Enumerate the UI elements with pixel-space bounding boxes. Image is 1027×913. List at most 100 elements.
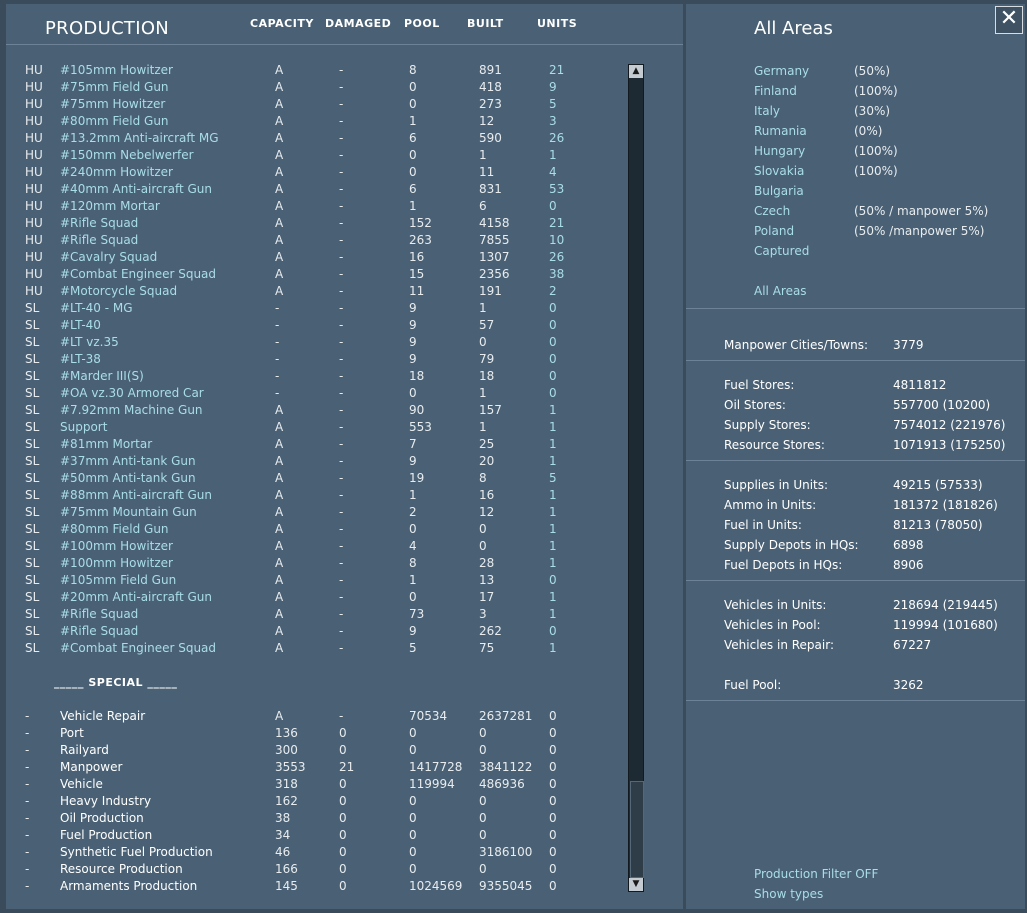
- cell-name[interactable]: #LT vz.35: [60, 335, 119, 349]
- table-row[interactable]: SL #LT vz.35 - - 9 0 0: [6, 335, 626, 352]
- area-name[interactable]: Rumania: [754, 124, 807, 138]
- cell-name[interactable]: #LT-40: [60, 318, 101, 332]
- table-row[interactable]: SL #37mm Anti-tank Gun A - 9 20 1: [6, 454, 626, 471]
- all-areas-link[interactable]: All Areas: [754, 284, 807, 298]
- table-row[interactable]: SL #Rifle Squad A - 9 262 0: [6, 624, 626, 641]
- table-row[interactable]: HU #Rifle Squad A - 263 7855 10: [6, 233, 626, 250]
- table-row[interactable]: HU #105mm Howitzer A - 8 891 21: [6, 63, 626, 80]
- cell-name[interactable]: #Marder III(S): [60, 369, 144, 383]
- table-row[interactable]: HU #13.2mm Anti-aircraft MG A - 6 590 26: [6, 131, 626, 148]
- table-row[interactable]: SL #7.92mm Machine Gun A - 90 157 1: [6, 403, 626, 420]
- table-row[interactable]: SL #OA vz.30 Armored Car - - 0 1 0: [6, 386, 626, 403]
- cell-name[interactable]: Vehicle Repair: [60, 709, 145, 723]
- cell-name[interactable]: #Rifle Squad: [60, 607, 138, 621]
- special-row[interactable]: - Vehicle Repair A - 70534 2637281 0: [6, 709, 626, 726]
- cell-name[interactable]: Oil Production: [60, 811, 144, 825]
- cell-name[interactable]: #105mm Field Gun: [60, 573, 176, 587]
- area-name[interactable]: Bulgaria: [754, 184, 804, 198]
- table-row[interactable]: SL #100mm Howitzer A - 4 0 1: [6, 539, 626, 556]
- special-row[interactable]: - Fuel Production 34 0 0 0 0: [6, 828, 626, 845]
- cell-name[interactable]: Armaments Production: [60, 879, 197, 893]
- cell-name[interactable]: #75mm Field Gun: [60, 80, 169, 94]
- cell-name[interactable]: #80mm Field Gun: [60, 522, 169, 536]
- scroll-thumb[interactable]: [630, 781, 644, 878]
- scroll-down-icon[interactable]: ▼: [629, 878, 643, 891]
- special-row[interactable]: - Manpower 3553 21 1417728 3841122 0: [6, 760, 626, 777]
- table-row[interactable]: HU #Combat Engineer Squad A - 15 2356 38: [6, 267, 626, 284]
- cell-name[interactable]: #7.92mm Machine Gun: [60, 403, 203, 417]
- table-row[interactable]: HU #80mm Field Gun A - 1 12 3: [6, 114, 626, 131]
- cell-name[interactable]: Resource Production: [60, 862, 183, 876]
- column-header-pool[interactable]: POOL: [404, 17, 440, 30]
- area-name[interactable]: Slovakia: [754, 164, 804, 178]
- cell-name[interactable]: #88mm Anti-aircraft Gun: [60, 488, 212, 502]
- cell-name[interactable]: Manpower: [60, 760, 122, 774]
- cell-name[interactable]: #LT-38: [60, 352, 101, 366]
- show-types-link[interactable]: Show types: [754, 887, 823, 901]
- cell-name[interactable]: #20mm Anti-aircraft Gun: [60, 590, 212, 604]
- table-row[interactable]: SL #Combat Engineer Squad A - 5 75 1: [6, 641, 626, 658]
- cell-name[interactable]: #75mm Mountain Gun: [60, 505, 197, 519]
- cell-name[interactable]: #OA vz.30 Armored Car: [60, 386, 204, 400]
- cell-name[interactable]: #150mm Nebelwerfer: [60, 148, 194, 162]
- special-row[interactable]: - Railyard 300 0 0 0 0: [6, 743, 626, 760]
- cell-name[interactable]: #120mm Mortar: [60, 199, 160, 213]
- cell-name[interactable]: #240mm Howitzer: [60, 165, 173, 179]
- cell-name[interactable]: #50mm Anti-tank Gun: [60, 471, 196, 485]
- cell-name[interactable]: Vehicle: [60, 777, 103, 791]
- table-row[interactable]: SL #81mm Mortar A - 7 25 1: [6, 437, 626, 454]
- table-row[interactable]: HU #75mm Field Gun A - 0 418 9: [6, 80, 626, 97]
- cell-name[interactable]: #Rifle Squad: [60, 216, 138, 230]
- table-row[interactable]: SL #100mm Howitzer A - 8 28 1: [6, 556, 626, 573]
- table-row[interactable]: SL #105mm Field Gun A - 1 13 0: [6, 573, 626, 590]
- table-row[interactable]: SL #LT-40 - MG - - 9 1 0: [6, 301, 626, 318]
- cell-name[interactable]: #75mm Howitzer: [60, 97, 165, 111]
- cell-name[interactable]: Fuel Production: [60, 828, 152, 842]
- cell-name[interactable]: #Motorcycle Squad: [60, 284, 177, 298]
- column-header-built[interactable]: BUILT: [467, 17, 504, 30]
- cell-name[interactable]: #40mm Anti-aircraft Gun: [60, 182, 212, 196]
- table-row[interactable]: SL #LT-40 - - 9 57 0: [6, 318, 626, 335]
- cell-name[interactable]: Heavy Industry: [60, 794, 151, 808]
- table-row[interactable]: HU #Cavalry Squad A - 16 1307 26: [6, 250, 626, 267]
- cell-name[interactable]: Support: [60, 420, 107, 434]
- cell-name[interactable]: #Rifle Squad: [60, 624, 138, 638]
- table-row[interactable]: SL Support A - 553 1 1: [6, 420, 626, 437]
- table-row[interactable]: HU #75mm Howitzer A - 0 273 5: [6, 97, 626, 114]
- area-name[interactable]: Czech: [754, 204, 790, 218]
- cell-name[interactable]: #LT-40 - MG: [60, 301, 133, 315]
- cell-name[interactable]: Railyard: [60, 743, 109, 757]
- table-row[interactable]: HU #Motorcycle Squad A - 11 191 2: [6, 284, 626, 301]
- column-header-damaged[interactable]: DAMAGED: [325, 17, 391, 30]
- cell-name[interactable]: #Combat Engineer Squad: [60, 267, 216, 281]
- cell-name[interactable]: #80mm Field Gun: [60, 114, 169, 128]
- cell-name[interactable]: Port: [60, 726, 84, 740]
- vertical-scrollbar[interactable]: ▲ ▼: [628, 64, 644, 892]
- table-row[interactable]: SL #75mm Mountain Gun A - 2 12 1: [6, 505, 626, 522]
- cell-name[interactable]: #37mm Anti-tank Gun: [60, 454, 196, 468]
- table-row[interactable]: HU #240mm Howitzer A - 0 11 4: [6, 165, 626, 182]
- special-row[interactable]: - Vehicle 318 0 119994 486936 0: [6, 777, 626, 794]
- cell-name[interactable]: #100mm Howitzer: [60, 539, 173, 553]
- area-name[interactable]: Poland: [754, 224, 794, 238]
- special-row[interactable]: - Oil Production 38 0 0 0 0: [6, 811, 626, 828]
- cell-name[interactable]: #Rifle Squad: [60, 233, 138, 247]
- special-row[interactable]: - Resource Production 166 0 0 0 0: [6, 862, 626, 879]
- close-icon[interactable]: ✕: [995, 6, 1023, 34]
- area-name[interactable]: Italy: [754, 104, 780, 118]
- table-row[interactable]: SL #Rifle Squad A - 73 3 1: [6, 607, 626, 624]
- cell-name[interactable]: #100mm Howitzer: [60, 556, 173, 570]
- area-name[interactable]: Germany: [754, 64, 809, 78]
- column-header-capacity[interactable]: CAPACITY: [250, 17, 314, 30]
- special-row[interactable]: - Armaments Production 145 0 1024569 9355045 0: [6, 879, 626, 896]
- table-row[interactable]: HU #120mm Mortar A - 1 6 0: [6, 199, 626, 216]
- special-row[interactable]: - Synthetic Fuel Production 46 0 0 3186100 0: [6, 845, 626, 862]
- table-row[interactable]: HU #40mm Anti-aircraft Gun A - 6 831 53: [6, 182, 626, 199]
- table-row[interactable]: SL #88mm Anti-aircraft Gun A - 1 16 1: [6, 488, 626, 505]
- area-name[interactable]: Finland: [754, 84, 797, 98]
- table-row[interactable]: SL #50mm Anti-tank Gun A - 19 8 5: [6, 471, 626, 488]
- cell-name[interactable]: Synthetic Fuel Production: [60, 845, 213, 859]
- table-row[interactable]: HU #150mm Nebelwerfer A - 0 1 1: [6, 148, 626, 165]
- table-row[interactable]: SL #20mm Anti-aircraft Gun A - 0 17 1: [6, 590, 626, 607]
- cell-name[interactable]: #Combat Engineer Squad: [60, 641, 216, 655]
